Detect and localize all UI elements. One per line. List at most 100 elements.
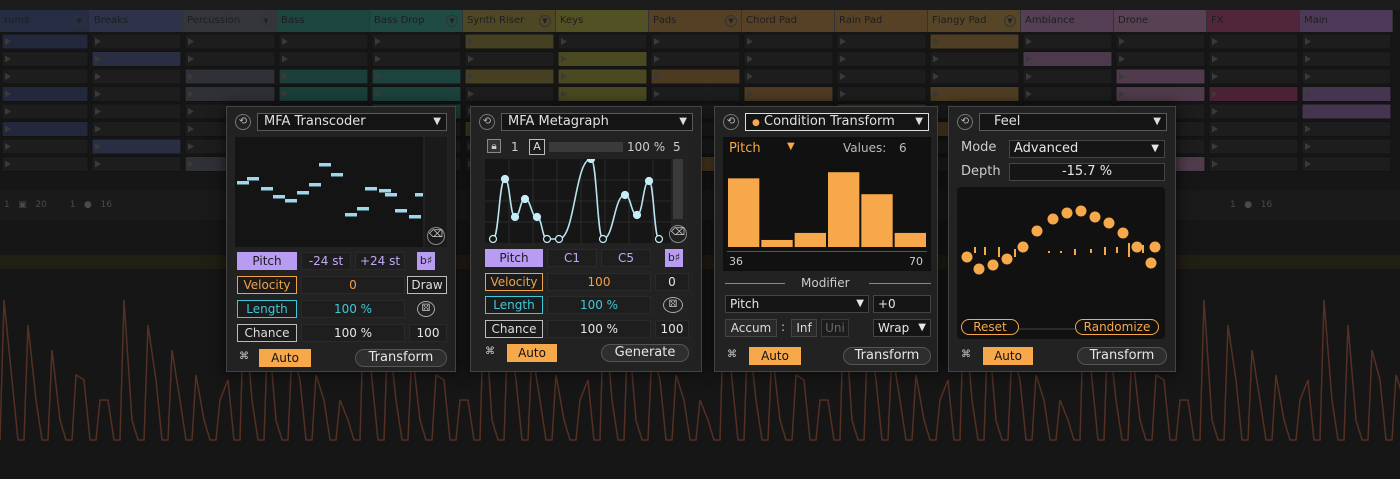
chevron-down-icon[interactable]: ▼ <box>260 15 272 27</box>
generate-button[interactable]: Generate <box>601 344 689 362</box>
chance-value[interactable]: 100 % <box>301 324 405 342</box>
track-header[interactable]: Synth Riser ▼ <box>463 10 556 32</box>
depth-value[interactable]: -15.7 % <box>1009 163 1165 181</box>
graph-scrollbar[interactable] <box>673 159 683 219</box>
chevron-down-icon[interactable]: ▼ <box>446 15 458 27</box>
power-toggle-icon[interactable]: ⟲ <box>479 114 495 130</box>
chevron-down-icon[interactable]: ▼ <box>73 15 85 27</box>
length-value[interactable]: 100 % <box>301 300 405 318</box>
pitch-min-value[interactable]: -24 st <box>301 252 351 270</box>
track-name: FX <box>1211 15 1224 26</box>
link-icon[interactable]: ⌘ <box>237 350 251 364</box>
transform-button[interactable]: Transform <box>355 349 447 367</box>
values-count[interactable]: 6 <box>899 141 907 155</box>
modifier-value[interactable]: +0 <box>873 295 931 313</box>
link-icon[interactable]: ⌘ <box>483 345 497 359</box>
track-header[interactable]: Flangy Pad ▼ <box>928 10 1021 32</box>
chance-end-value[interactable]: 100 <box>655 320 689 338</box>
auto-button[interactable]: Auto <box>983 347 1033 365</box>
velocity-value[interactable]: 100 <box>547 273 651 291</box>
chevron-down-icon[interactable]: ▼ <box>725 15 737 27</box>
eraser-icon[interactable]: ⌫ <box>427 227 445 245</box>
link-icon[interactable]: ⌘ <box>959 348 973 362</box>
param-length-button[interactable]: Length <box>485 296 543 314</box>
device-preset-select[interactable]: ● Condition Transform ▼ <box>745 113 929 131</box>
clip-slot <box>1301 103 1392 120</box>
pitch-max-value[interactable]: +24 st <box>355 252 405 270</box>
count-value[interactable]: 5 <box>673 140 681 154</box>
device-preset-select[interactable]: MFA Transcoder ▼ <box>257 113 447 131</box>
feel-curve-display[interactable] <box>957 187 1165 339</box>
param-pitch-button[interactable]: Pitch <box>237 252 297 270</box>
chevron-down-icon[interactable]: ▼ <box>1004 15 1016 27</box>
graph-display[interactable] <box>485 159 671 243</box>
pitch-low-value[interactable]: C1 <box>547 249 597 267</box>
track-header[interactable]: Breaks <box>90 10 183 32</box>
eraser-icon[interactable]: ⌫ <box>669 225 687 243</box>
a-button[interactable]: A <box>529 139 545 155</box>
pitch-high-value[interactable]: C5 <box>601 249 651 267</box>
power-toggle-icon[interactable]: ⟲ <box>235 114 251 130</box>
chance-end-value[interactable]: 100 <box>409 324 447 342</box>
track-header[interactable]: Chord Pad <box>742 10 835 32</box>
randomize-button[interactable]: Randomize <box>1075 319 1159 335</box>
inf-button[interactable]: Inf <box>791 319 817 337</box>
scale-toggle-button[interactable]: b♯ <box>665 249 683 267</box>
param-velocity-button[interactable]: Velocity <box>237 276 297 294</box>
track-header[interactable]: Bass <box>277 10 370 32</box>
transform-button[interactable]: Transform <box>843 347 931 365</box>
track-header[interactable]: Ambiance <box>1021 10 1114 32</box>
transform-button[interactable]: Transform <box>1077 347 1167 365</box>
device-preset-select[interactable]: MFA Metagraph ▼ <box>501 113 693 131</box>
uni-button[interactable]: Uni <box>821 319 849 337</box>
device-preset-select[interactable]: Feel ▼ <box>979 113 1167 131</box>
lock-icon[interactable]: 🔒︎ <box>487 139 501 153</box>
percent-bar[interactable] <box>549 142 623 152</box>
velocity-end-value[interactable]: 0 <box>655 273 689 291</box>
value-histogram[interactable] <box>723 159 931 249</box>
param-velocity-button[interactable]: Velocity <box>485 273 543 291</box>
track-header[interactable]: Main <box>1300 10 1393 32</box>
draw-button[interactable]: Draw <box>407 276 447 294</box>
auto-button[interactable]: Auto <box>507 344 557 362</box>
track-name: Synth Riser <box>467 15 525 26</box>
percent-value[interactable]: 100 % <box>627 140 665 154</box>
dice-icon[interactable]: ⚄ <box>663 297 683 313</box>
scale-toggle-button[interactable]: b♯ <box>417 252 435 270</box>
track-header[interactable]: Bass Drop ▼ <box>370 10 463 32</box>
param-pitch-button[interactable]: Pitch <box>485 249 543 267</box>
mode-select[interactable]: Advanced ▼ <box>1009 140 1165 158</box>
track-header[interactable]: Rain Pad <box>835 10 928 32</box>
track-header[interactable]: FX <box>1207 10 1300 32</box>
clip-slot <box>1 33 89 50</box>
param-chance-button[interactable]: Chance <box>485 320 543 338</box>
velocity-value[interactable]: 0 <box>301 276 405 294</box>
condition-display[interactable]: Pitch ▼ Values: 6 36 70 <box>723 137 931 271</box>
track-header[interactable]: Drone <box>1114 10 1207 32</box>
clip-slot <box>91 138 182 155</box>
condition-param[interactable]: Pitch <box>729 141 761 156</box>
param-chance-button[interactable]: Chance <box>237 324 297 342</box>
modifier-label: Modifier <box>801 276 850 290</box>
auto-button[interactable]: Auto <box>259 349 311 367</box>
track-header[interactable]: rums ▼ <box>0 10 90 32</box>
reset-button[interactable]: Reset <box>961 319 1019 335</box>
auto-button[interactable]: Auto <box>749 347 801 365</box>
dice-icon[interactable]: ⚄ <box>417 301 435 317</box>
clip-slot <box>371 51 462 67</box>
track-header[interactable]: Percussion ▼ <box>183 10 277 32</box>
note-display[interactable] <box>235 137 423 247</box>
length-value[interactable]: 100 % <box>547 296 651 314</box>
link-icon[interactable]: ⌘ <box>725 348 739 362</box>
modifier-param-select[interactable]: Pitch ▼ <box>725 295 869 313</box>
param-length-button[interactable]: Length <box>237 300 297 318</box>
track-header[interactable]: Pads ▼ <box>649 10 742 32</box>
chevron-down-icon[interactable]: ▼ <box>787 141 795 152</box>
power-toggle-icon[interactable]: ⟲ <box>723 114 739 130</box>
chance-value[interactable]: 100 % <box>547 320 651 338</box>
chevron-down-icon[interactable]: ▼ <box>539 15 551 27</box>
accum-button[interactable]: Accum <box>725 319 777 337</box>
track-header[interactable]: Keys <box>556 10 649 32</box>
power-toggle-icon[interactable]: ⟲ <box>957 114 973 130</box>
wrap-select[interactable]: Wrap ▼ <box>873 319 931 337</box>
